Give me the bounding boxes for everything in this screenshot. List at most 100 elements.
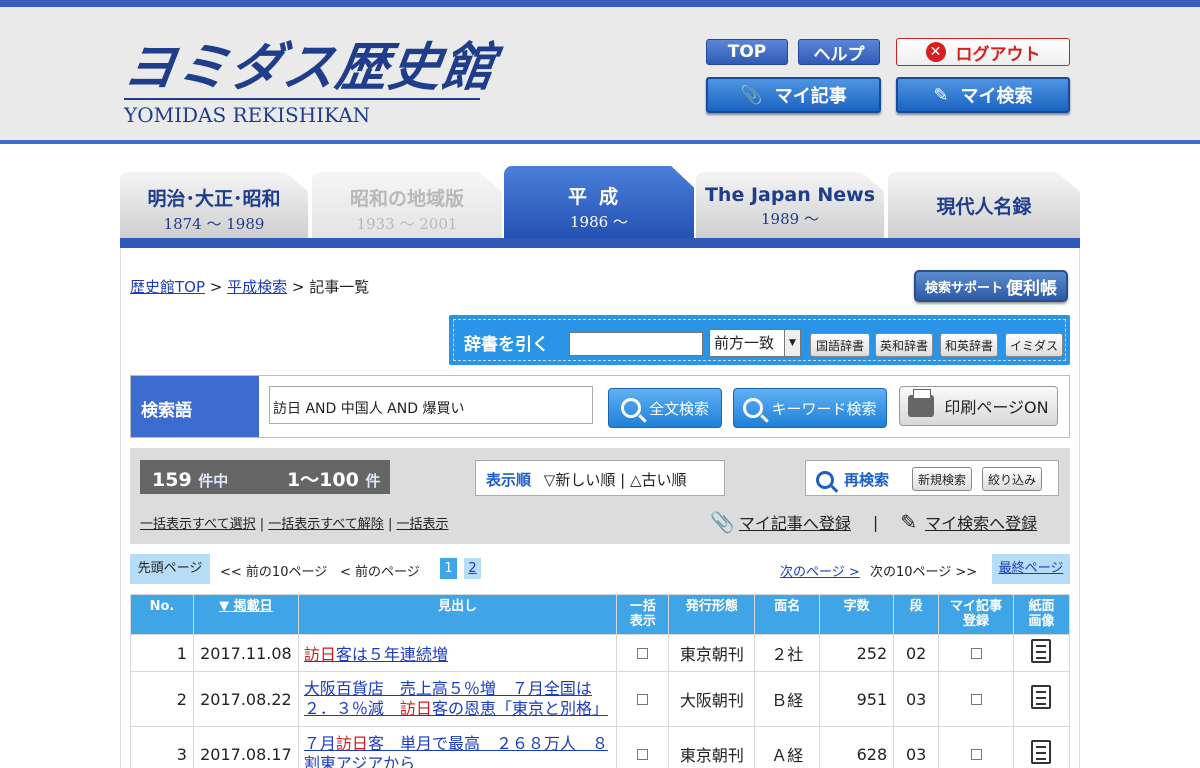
breadcrumb-search-link[interactable]: 平成検索 [227,278,287,296]
breadcrumb-top-link[interactable]: 歴史館TOP [130,278,205,296]
site-logo[interactable]: ヨミダス歴史館 [120,37,500,99]
tab-japan-news[interactable]: The Japan News 1989 〜 [696,172,884,238]
logout-button[interactable]: ✕ ログアウト [896,38,1070,66]
headline-link[interactable]: 訪日客は５年連続増 [304,645,448,664]
sort-order-box: 表示順 ▽新しい順 | △古い順 [475,460,725,496]
first-page-button[interactable]: 先頭ページ [130,554,210,584]
breadcrumb: 歴史館TOP > 平成検索 > 記事一覧 [130,276,369,297]
keyword-search-button[interactable]: キーワード検索 [733,388,887,428]
table-row: 2 2017.08.22 大阪百貨店 売上高５％増 ７月全国は ２．３％減 訪日客… [130,671,1071,727]
page-number-current[interactable]: 1 [440,558,457,579]
headline-text: 客は５年連続増 [335,645,448,664]
document-icon[interactable] [1031,685,1052,709]
prev-10-pages: << 前の10ページ [220,565,328,580]
my-article-checkbox[interactable] [970,647,982,659]
bulk-display-checkbox[interactable] [637,647,649,659]
column-header-bulk: 一括 表示 [616,594,670,635]
row-column: 02 [893,634,940,672]
my-article-checkbox[interactable] [970,693,982,705]
my-article-cell [938,671,1014,727]
search-icon [816,470,834,489]
bulk-display-checkbox[interactable] [637,748,649,760]
tab-showa-regional[interactable]: 昭和の地域版 1933 〜 2001 [312,172,502,238]
japanese-english-dictionary-button[interactable]: 和英辞書 [940,333,998,357]
headline-text: 大阪百貨店 売上高５％増 ７月全国は [303,679,592,698]
search-support-button[interactable]: 検索サポート 便利帳 [914,270,1068,302]
imidas-button[interactable]: イミダス [1005,333,1063,357]
japanese-dictionary-button[interactable]: 国語辞書 [810,333,870,357]
headline-link[interactable]: 大阪百貨店 売上高５％増 ７月全国は ２．３％減 訪日客の恩恵「東京と別格」 [304,679,608,718]
row-headline-cell: ７月訪日客 単月で最高 ２６８万人 ８ 割東アジアから [297,726,618,768]
breadcrumb-separator: > [287,278,310,296]
match-type-select[interactable]: 前方一致 ▼ [709,329,801,357]
register-my-search-link[interactable]: マイ検索へ登録 [925,510,1037,534]
row-page: Ｂ経 [754,671,821,727]
support-small-label: 検索サポート [924,280,1003,296]
row-headline-cell: 訪日客は５年連続増 [297,634,618,672]
search-input[interactable]: 訪日 AND 中国人 AND 爆買い [269,386,593,424]
tab-label: 平成 [567,186,630,208]
dictionary-lookup-inner: 辞書を引く 前方一致 ▼ 国語辞書 英和辞書 和英辞書 イミダス [453,319,1066,361]
bulk-display-checkbox[interactable] [637,693,649,705]
next-10-pages[interactable]: 次の10ページ >> [870,561,977,580]
my-article-button[interactable]: 📎 マイ記事 [706,77,881,113]
headline-highlight: 訪日 [303,645,336,664]
tab-years: 1933 〜 2001 [356,215,458,233]
fulltext-search-button[interactable]: 全文検索 [608,388,722,428]
last-page-button[interactable]: 最終ページ [992,554,1070,584]
table-header-row: No. ▼ 掲載日 見出し 一括 表示 発行形態 面名 字数 段 マイ記事 登録… [130,594,1071,635]
tab-years: 1989 〜 [761,210,819,228]
my-article-button-label: マイ記事 [774,86,847,107]
next-page-link[interactable]: 次のページ > [780,561,860,580]
bulk-select-all-link[interactable]: 一括表示すべて選択 [140,517,256,532]
bulk-separator: | [383,517,397,532]
my-search-button[interactable]: ✎ マイ検索 [896,77,1070,113]
row-page: Ａ経 [754,726,821,768]
help-button[interactable]: ヘルプ [798,39,880,65]
narrow-down-button[interactable]: 絞り込み [982,467,1042,491]
register-my-article-link[interactable]: マイ記事へ登録 [739,510,851,534]
document-icon[interactable] [1031,740,1052,764]
site-logo-english: YOMIDAS REKISHIKAN [124,103,371,127]
sort-newest-link[interactable]: ▽新しい順 [544,471,616,489]
tab-years: 1986 〜 [570,213,628,231]
breadcrumb-separator: > [205,278,228,296]
new-search-button[interactable]: 新規検索 [912,467,972,491]
bulk-display-cell [616,726,670,768]
tab-years: 1874 〜 1989 [163,215,265,233]
sort-oldest-link[interactable]: △古い順 [630,471,687,489]
print-page-label: 印刷ページON [944,398,1049,417]
tab-who-is-who[interactable]: 現代人名録 [888,172,1080,238]
bulk-show-link[interactable]: 一括表示 [396,517,448,532]
tab-label: 昭和の地域版 [349,188,464,210]
column-header-image: 紙面 画像 [1012,594,1071,635]
column-header-date[interactable]: ▼ 掲載日 [192,594,299,635]
row-column: 03 [893,671,940,727]
bulk-deselect-all-link[interactable]: 一括表示すべて解除 [268,517,384,532]
headline-link[interactable]: ７月訪日客 単月で最高 ２６８万人 ８ 割東アジアから [304,734,608,768]
document-icon[interactable] [1031,639,1052,663]
page-image-cell [1012,634,1071,672]
search-icon [743,398,764,418]
search-icon [620,398,641,418]
row-chars: 628 [819,726,895,768]
row-headline-cell: 大阪百貨店 売上高５％増 ７月全国は ２．３％減 訪日客の恩恵「東京と別格」 [297,671,618,727]
headline-text: 客の恩恵「東京と別格」 [431,699,608,718]
register-separator: | [872,512,879,532]
dictionary-input[interactable] [569,332,703,356]
result-range: 1〜100 [286,469,359,491]
my-search-button-label: マイ検索 [960,86,1033,107]
headline-highlight: 訪日 [399,699,432,718]
my-article-cell [938,634,1014,672]
english-japanese-dictionary-button[interactable]: 英和辞書 [875,333,933,357]
my-article-checkbox[interactable] [970,748,982,760]
print-page-button[interactable]: 印刷ページON [899,386,1058,426]
page-number[interactable]: 2 [464,558,481,579]
column-header-headline: 見出し [297,594,618,635]
pagination: 先頭ページ << 前の10ページ < 前のページ 1 2 次のページ > 次の1… [130,554,1070,584]
page-image-cell [1012,671,1071,727]
tab-heisei[interactable]: 平成 1986 〜 [504,166,694,238]
top-button[interactable]: TOP [706,39,788,65]
tab-meiji-taisho-showa[interactable]: 明治･大正･昭和 1874 〜 1989 [120,172,308,238]
help-button-label: ヘルプ [813,44,865,65]
